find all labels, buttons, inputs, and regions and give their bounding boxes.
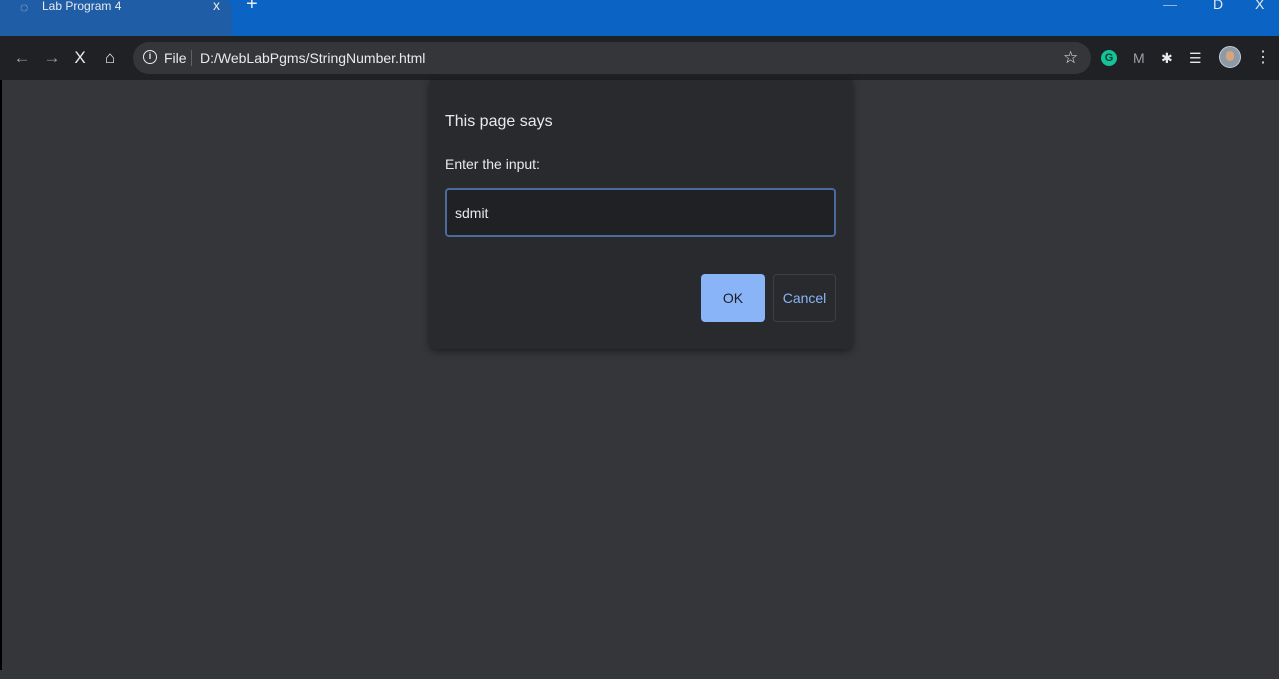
cancel-button[interactable]: Cancel [773,274,836,322]
browser-toolbar: ← → X ⌂ i File D:/WebLabPgms/StringNumbe… [0,36,1279,80]
reading-list-icon[interactable]: ☰ [1189,49,1202,67]
tab-lab-program-4[interactable]: ◌ Lab Program 4 x [0,0,232,36]
minimize-button[interactable]: — [1163,0,1177,12]
site-info-icon[interactable]: i [143,50,157,64]
restore-button[interactable]: D [1213,0,1223,12]
more-menu-icon[interactable]: ⋮ [1255,49,1271,67]
address-bar[interactable]: i File D:/WebLabPgms/StringNumber.html ☆ [133,42,1091,74]
tab-title: Lab Program 4 [42,0,122,13]
browser-window: ◌ Lab Program 4 x + — D X ← → X ⌂ i File… [0,0,1279,679]
forward-button[interactable]: → [42,48,62,68]
grammarly-extension-icon[interactable]: G [1101,50,1117,66]
tab-strip: ◌ Lab Program 4 x + — D X [0,0,1279,36]
extensions-puzzle-icon[interactable]: ✱ [1161,49,1173,67]
back-button[interactable]: ← [12,48,32,68]
window-left-border [0,80,2,670]
home-button[interactable]: ⌂ [100,48,120,68]
window-close-button[interactable]: X [1255,0,1264,12]
profile-avatar[interactable] [1219,46,1241,68]
prompt-dialog: This page says Enter the input: OK Cance… [430,80,852,349]
url-text[interactable]: D:/WebLabPgms/StringNumber.html [200,49,425,67]
prompt-input[interactable] [445,188,836,237]
dialog-message: Enter the input: [445,156,540,172]
loading-favicon-icon: ◌ [20,0,29,15]
dialog-title: This page says [445,113,553,130]
stop-loading-button[interactable]: X [70,48,90,68]
metamask-extension-icon[interactable]: M [1133,49,1145,67]
ok-button[interactable]: OK [701,274,765,322]
bookmark-star-icon[interactable]: ☆ [1063,48,1078,68]
scheme-label: File [164,50,187,66]
new-tab-button[interactable]: + [246,0,258,14]
tab-close-icon[interactable]: x [213,0,220,13]
address-divider [191,50,192,66]
